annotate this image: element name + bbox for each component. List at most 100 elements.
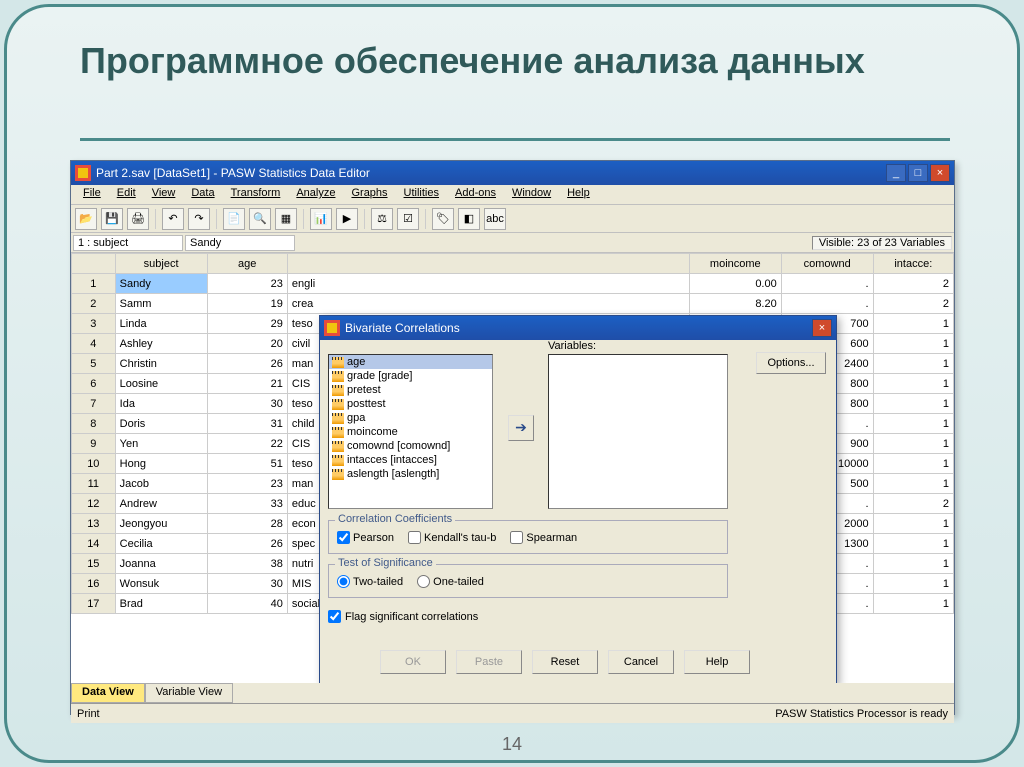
menu-view[interactable]: View [144,185,184,204]
col-moincome[interactable]: moincome [689,254,781,274]
cell-value-input[interactable]: Sandy [185,235,295,251]
cell-intacce[interactable]: 1 [873,434,953,454]
data-view-tab[interactable]: Data View [71,683,145,703]
cell-prog[interactable]: engli [287,274,689,294]
dialog-title-bar[interactable]: Bivariate Correlations × [320,316,836,340]
cell-subject[interactable]: Samm [115,294,207,314]
var-list-item[interactable]: pretest [329,383,492,397]
var-list-item[interactable]: gpa [329,411,492,425]
table-row[interactable]: 1Sandy23engli0.00.2 [72,274,954,294]
cell-subject[interactable]: Wonsuk [115,574,207,594]
var-list-item[interactable]: aslength [aslength] [329,467,492,481]
row-header[interactable]: 6 [72,374,116,394]
maximize-button[interactable]: □ [908,164,928,182]
tb-abc-icon[interactable]: abc [484,208,506,230]
minimize-button[interactable]: _ [886,164,906,182]
cell-intacce[interactable]: 1 [873,534,953,554]
cell-age[interactable]: 30 [207,394,287,414]
variable-view-tab[interactable]: Variable View [145,683,233,703]
row-header[interactable]: 5 [72,354,116,374]
tb-undo-icon[interactable]: ↶ [162,208,184,230]
cell-intacce[interactable]: 2 [873,294,953,314]
table-row[interactable]: 2Samm19crea8.20.2 [72,294,954,314]
flag-checkbox[interactable]: Flag significant correlations [328,610,478,623]
cell-age[interactable]: 19 [207,294,287,314]
cell-intacce[interactable]: 1 [873,394,953,414]
menu-analyze[interactable]: Analyze [288,185,343,204]
menu-addons[interactable]: Add-ons [447,185,504,204]
cell-prog[interactable]: crea [287,294,689,314]
row-header[interactable]: 8 [72,414,116,434]
cell-intacce[interactable]: 1 [873,474,953,494]
col-subject[interactable]: subject [115,254,207,274]
cell-subject[interactable]: Jeongyou [115,514,207,534]
kendall-checkbox[interactable]: Kendall's tau-b [408,531,496,544]
cell-comownd[interactable]: . [781,294,873,314]
row-header[interactable]: 17 [72,594,116,614]
target-var-list[interactable] [548,354,728,509]
tb-print-icon[interactable]: 🖨 [127,208,149,230]
tb-find-icon[interactable]: 🔍 [249,208,271,230]
one-tailed-radio[interactable]: One-tailed [417,575,484,588]
cell-intacce[interactable]: 1 [873,354,953,374]
cell-subject[interactable]: Doris [115,414,207,434]
cell-intacce[interactable]: 1 [873,574,953,594]
row-header[interactable]: 4 [72,334,116,354]
cell-subject[interactable]: Christin [115,354,207,374]
cell-subject[interactable]: Linda [115,314,207,334]
row-header[interactable]: 10 [72,454,116,474]
paste-button[interactable]: Paste [456,650,522,674]
cell-intacce[interactable]: 1 [873,514,953,534]
var-list-item[interactable]: comownd [comownd] [329,439,492,453]
cell-moincome[interactable]: 8.20 [689,294,781,314]
cell-subject[interactable]: Sandy [115,274,207,294]
var-list-item[interactable]: intacces [intacces] [329,453,492,467]
cell-subject[interactable]: Jacob [115,474,207,494]
cell-intacce[interactable]: 1 [873,554,953,574]
cell-age[interactable]: 30 [207,574,287,594]
tb-goto-icon[interactable]: 📄 [223,208,245,230]
ok-button[interactable]: OK [380,650,446,674]
cell-age[interactable]: 28 [207,514,287,534]
source-var-list[interactable]: agegrade [grade]pretestposttestgpamoinco… [328,354,493,509]
cell-intacce[interactable]: 2 [873,274,953,294]
tb-vars-icon[interactable]: ▦ [275,208,297,230]
cell-moincome[interactable]: 0.00 [689,274,781,294]
row-header[interactable]: 2 [72,294,116,314]
help-button[interactable]: Help [684,650,750,674]
cell-subject[interactable]: Joanna [115,554,207,574]
cancel-button[interactable]: Cancel [608,650,674,674]
menu-window[interactable]: Window [504,185,559,204]
row-header[interactable]: 12 [72,494,116,514]
dialog-close-button[interactable]: × [812,319,832,337]
tb-weight-icon[interactable]: ⚖ [371,208,393,230]
cell-intacce[interactable]: 2 [873,494,953,514]
cell-subject[interactable]: Brad [115,594,207,614]
menu-edit[interactable]: Edit [109,185,144,204]
cell-age[interactable]: 29 [207,314,287,334]
cell-subject[interactable]: Cecilia [115,534,207,554]
row-header[interactable]: 13 [72,514,116,534]
cell-age[interactable]: 23 [207,274,287,294]
col-intacce[interactable]: intacce: [873,254,953,274]
cell-age[interactable]: 21 [207,374,287,394]
cell-subject[interactable]: Ashley [115,334,207,354]
options-button[interactable]: Options... [756,352,826,374]
var-list-item[interactable]: moincome [329,425,492,439]
cell-intacce[interactable]: 1 [873,414,953,434]
menu-utilities[interactable]: Utilities [396,185,447,204]
cell-intacce[interactable]: 1 [873,314,953,334]
cell-age[interactable]: 51 [207,454,287,474]
tb-chart-icon[interactable]: 📊 [310,208,332,230]
tb-save-icon[interactable]: 💾 [101,208,123,230]
cell-subject[interactable]: Andrew [115,494,207,514]
menu-graphs[interactable]: Graphs [343,185,395,204]
row-header[interactable]: 7 [72,394,116,414]
menu-data[interactable]: Data [183,185,222,204]
cell-intacce[interactable]: 1 [873,334,953,354]
cell-age[interactable]: 33 [207,494,287,514]
cell-age[interactable]: 31 [207,414,287,434]
cell-subject[interactable]: Ida [115,394,207,414]
cell-age[interactable]: 40 [207,594,287,614]
cell-age[interactable]: 20 [207,334,287,354]
